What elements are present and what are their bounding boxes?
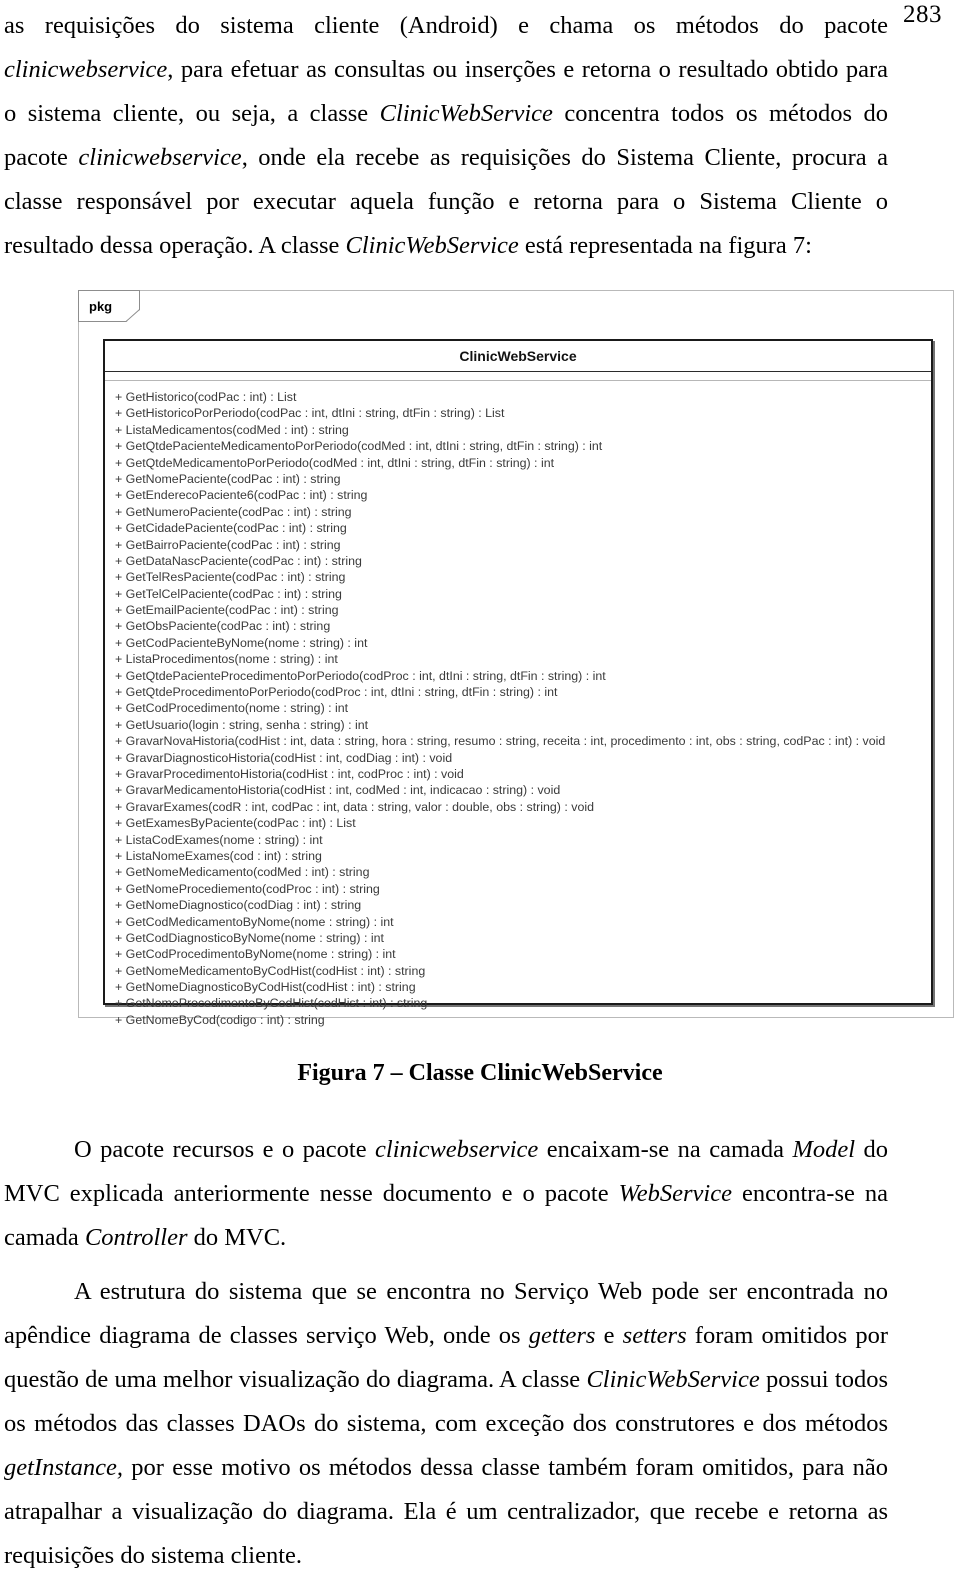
emphasis-text: Controller: [84, 1224, 188, 1251]
uml-operation-line: + GetCodPacienteByNome(nome : string) : …: [115, 635, 368, 650]
uml-operation-line: + GetExamesByPaciente(codPac : int) : Li…: [115, 816, 356, 831]
uml-operation-line: + GetCodProcedimentoByNome(nome : string…: [115, 947, 396, 962]
uml-operation-line: + GetNomeMedicamento(codMed : int) : str…: [115, 865, 370, 880]
paragraph-intro: as requisições do sistema cliente (Andro…: [4, 4, 888, 268]
uml-operation-line: + ListaNomeExames(cod : int) : string: [115, 848, 322, 863]
body-text: por esse motivo os métodos dessa classe …: [4, 1454, 888, 1569]
uml-operation-line: + GetCodMedicamentoByNome(nome : string)…: [115, 914, 394, 929]
emphasis-text: getters: [528, 1322, 596, 1349]
uml-operation-line: + GetCidadePaciente(codPac : int) : stri…: [115, 521, 347, 536]
emphasis-text: ClinicWebService: [345, 232, 519, 259]
uml-package-tab: pkg: [78, 290, 140, 322]
body-text: e: [595, 1322, 623, 1349]
uml-package-frame: pkg ClinicWebService + GetHistorico(codP…: [78, 290, 954, 1027]
uml-operation-line: + GetCodProcedimento(nome : string) : in…: [115, 701, 349, 716]
uml-package-label: pkg: [89, 298, 113, 314]
emphasis-text: WebService: [618, 1180, 732, 1207]
uml-operation-line: + GetNumeroPaciente(codPac : int) : stri…: [115, 504, 352, 519]
uml-operation-line: + GravarNovaHistoria(codHist : int, data…: [115, 734, 886, 749]
uml-operation-line: + GravarProcedimentoHistoria(codHist : i…: [115, 766, 464, 781]
uml-operation-line: + GetQtdePacienteMedicamentoPorPeriodo(c…: [115, 439, 603, 454]
uml-operation-line: + GetCodDiagnosticoByNome(nome : string)…: [115, 930, 384, 945]
emphasis-text: clinicwebservice: [78, 144, 242, 171]
document-page: 283 as requisições do sistema cliente (A…: [0, 0, 960, 1579]
uml-operation-line: + GravarDiagnosticoHistoria(codHist : in…: [115, 750, 453, 765]
uml-operation-line: + GetNomeDiagnostico(codDiag : int) : st…: [115, 898, 362, 913]
uml-operation-line: + GetNomeDiagnosticoByCodHist(codHist : …: [115, 980, 416, 995]
uml-operation-line: + GetBairroPaciente(codPac : int) : stri…: [115, 537, 341, 552]
emphasis-text: ClinicWebService: [379, 100, 553, 127]
emphasis-text: clinicwebservice: [4, 56, 168, 83]
uml-operation-line: + GetNomeProcediemento(codProc : int) : …: [115, 881, 380, 896]
paragraph-last: A estrutura do sistema que se encontra n…: [4, 1270, 888, 1578]
uml-operation-line: + GravarExames(codR : int, codPac : int,…: [115, 799, 594, 814]
uml-figure: pkg ClinicWebService + GetHistorico(codP…: [78, 290, 954, 1027]
body-text: O pacote recursos e o pacote: [74, 1136, 376, 1163]
uml-operation-line: + GetObsPaciente(codPac : int) : string: [115, 619, 331, 634]
paragraph-after-figure: O pacote recursos e o pacote clinicwebse…: [4, 1128, 888, 1260]
uml-operation-line: + GetNomeProcedimentoByCodHist(codHist :…: [115, 996, 428, 1011]
uml-operation-line: + GetQtdePacienteProcedimentoPorPeriodo(…: [115, 668, 606, 683]
emphasis-text: setters: [622, 1322, 687, 1349]
uml-class-name: ClinicWebService: [105, 341, 931, 372]
body-text: do MVC.: [187, 1224, 287, 1251]
uml-operation-line: + GetEmailPaciente(codPac : int) : strin…: [115, 603, 339, 618]
emphasis-text: Model: [792, 1136, 856, 1163]
uml-operation-line: + GetNomePaciente(codPac : int) : string: [115, 471, 341, 486]
uml-operation-line: + GetNomeMedicamentoByCodHist(codHist : …: [115, 963, 426, 978]
uml-operation-line: + GetQtdeProcedimentoPorPeriodo(codProc …: [115, 685, 558, 700]
uml-operation-line: + GetEnderecoPaciente6(codPac : int) : s…: [115, 488, 368, 503]
body-text: as requisições do sistema cliente (Andro…: [4, 12, 888, 39]
uml-operation-line: + GravarMedicamentoHistoria(codHist : in…: [115, 783, 561, 798]
uml-operation-line: + ListaProcedimentos(nome : string) : in…: [115, 652, 338, 667]
uml-operation-line: + GetDataNascPaciente(codPac : int) : st…: [115, 553, 362, 568]
body-text: está representada na figura 7:: [518, 232, 812, 259]
uml-operation-line: + GetTelCelPaciente(codPac : int) : stri…: [115, 586, 342, 601]
uml-class-attributes-compartment: [105, 372, 931, 381]
figure-caption: Figura 7 – Classe ClinicWebService: [297, 1060, 663, 1086]
uml-operation-line: + GetUsuario(login : string, senha : str…: [115, 717, 369, 732]
uml-operation-line: + GetQtdeMedicamentoPorPeriodo(codMed : …: [115, 455, 555, 470]
uml-operation-line: + GetNomeByCod(codigo : int) : string: [115, 1012, 325, 1027]
uml-operation-line: + ListaMedicamentos(codMed : int) : stri…: [115, 422, 349, 437]
uml-class-box: ClinicWebService + GetHistorico(codPac :…: [103, 339, 933, 1027]
uml-operation-line: + ListaCodExames(nome : string) : int: [115, 832, 323, 847]
emphasis-text: clinicwebservice: [375, 1136, 539, 1163]
emphasis-text: getInstance,: [4, 1454, 124, 1481]
uml-operation-line: + GetTelResPaciente(codPac : int) : stri…: [115, 570, 346, 585]
body-text: encaixam-se na camada: [538, 1136, 793, 1163]
page-number: 283: [903, 1, 942, 28]
uml-operation-line: + GetHistoricoPorPeriodo(codPac : int, d…: [115, 406, 505, 421]
emphasis-text: ClinicWebService: [586, 1366, 760, 1393]
uml-operation-line: + GetHistorico(codPac : int) : List: [115, 390, 297, 404]
uml-class-operations-compartment: + GetHistorico(codPac : int) : List + Get…: [105, 381, 931, 1032]
